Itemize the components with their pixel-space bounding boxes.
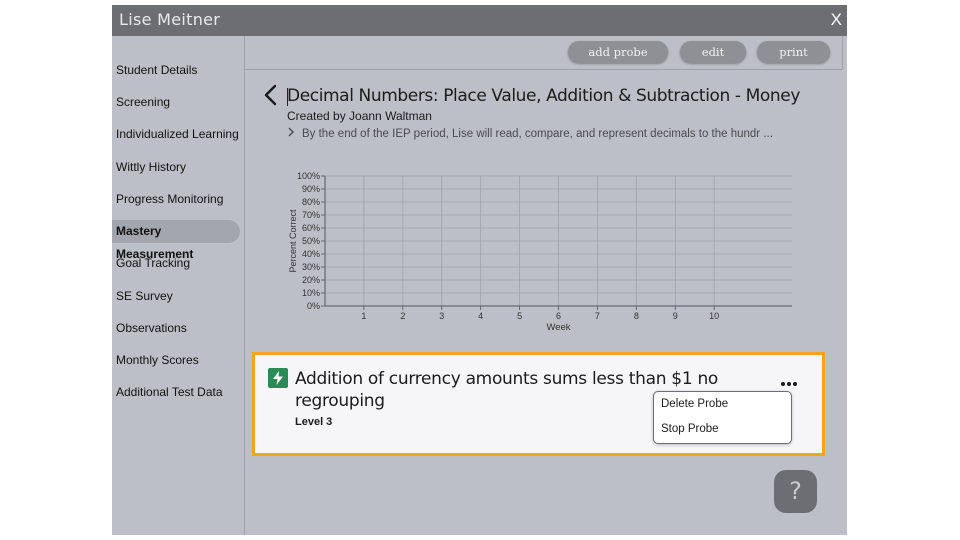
chevron-right-icon: [287, 127, 297, 140]
probe-card[interactable]: Addition of currency amounts sums less t…: [252, 352, 825, 456]
x-tick-label: 1: [361, 311, 366, 321]
x-axis-label: Week: [546, 322, 570, 333]
progress-chart: 0% 10% 20% 30% 40% 50% 60% 70% 80% 90% 100% 1 2 3 4 5 6 7…: [288, 171, 792, 333]
x-tick-label: 10: [709, 311, 719, 321]
y-tick-label: 60%: [302, 223, 320, 233]
card-level: Level 3: [295, 416, 333, 428]
sidebar-item-mastery-measurement[interactable]: Mastery Measurement: [112, 220, 240, 261]
x-tick-label: 8: [634, 311, 639, 321]
created-by: Created by Joann Waltman: [287, 109, 432, 123]
window-title: Lise Meitner: [119, 10, 221, 29]
goal-expander[interactable]: By the end of the IEP period, Lise will …: [287, 127, 773, 140]
sidebar-item-student-details[interactable]: Student Details: [112, 59, 240, 82]
sidebar: Student Details Screening Individualized…: [112, 36, 245, 535]
y-tick-label: 30%: [302, 262, 320, 272]
app-window: Lise Meitner X Student Details Screening…: [112, 5, 847, 535]
x-tick-label: 4: [478, 311, 483, 321]
sidebar-item-individualized-learning[interactable]: Individualized Learning: [112, 123, 240, 146]
sidebar-item-observations[interactable]: Observations: [112, 317, 240, 340]
y-tick-label: 80%: [302, 197, 320, 207]
y-tick-label: 20%: [302, 275, 320, 285]
y-tick-label: 70%: [302, 210, 320, 220]
sidebar-item-wittly-history[interactable]: Wittly History: [112, 156, 240, 179]
sidebar-item-goal-tracking[interactable]: Goal Tracking: [112, 252, 240, 275]
help-button[interactable]: ?: [774, 470, 817, 513]
y-tick-label: 10%: [302, 288, 320, 298]
delete-probe-item[interactable]: Delete Probe: [661, 398, 728, 410]
x-tick-label: 2: [400, 311, 405, 321]
goal-text: By the end of the IEP period, Lise will …: [302, 128, 773, 140]
edit-button[interactable]: edit: [680, 41, 746, 63]
toolbar: add probe edit print: [245, 36, 843, 70]
card-menu: Delete Probe Stop Probe: [653, 391, 792, 444]
y-tick-label: 0%: [307, 301, 320, 311]
x-tick-label: 6: [556, 311, 561, 321]
stop-probe-item[interactable]: Stop Probe: [661, 423, 719, 435]
x-tick-label: 9: [673, 311, 678, 321]
y-tick-label: 100%: [297, 171, 320, 181]
y-tick-label: 50%: [302, 236, 320, 246]
y-tick-label: 90%: [302, 184, 320, 194]
y-tick-label: 40%: [302, 249, 320, 259]
back-arrow-icon[interactable]: [263, 83, 279, 107]
x-tick-label: 5: [517, 311, 522, 321]
probe-title: Decimal Numbers: Place Value, Addition &…: [287, 86, 801, 106]
sidebar-item-progress-monitoring[interactable]: Progress Monitoring: [112, 188, 240, 211]
bolt-icon: [268, 368, 288, 388]
x-tick-label: 3: [439, 311, 444, 321]
close-button[interactable]: X: [831, 10, 842, 30]
sidebar-item-se-survey[interactable]: SE Survey: [112, 285, 240, 308]
main-panel: add probe edit print Decimal Numbers: Pl…: [245, 36, 847, 535]
print-button[interactable]: print: [757, 41, 830, 63]
y-axis-label: Percent Correct: [288, 209, 298, 273]
more-options-icon[interactable]: [780, 379, 800, 389]
add-probe-button[interactable]: add probe: [568, 41, 668, 63]
sidebar-item-screening[interactable]: Screening: [112, 91, 240, 114]
x-tick-label: 7: [595, 311, 600, 321]
sidebar-item-additional-test-data[interactable]: Additional Test Data: [112, 381, 240, 404]
sidebar-item-monthly-scores[interactable]: Monthly Scores: [112, 349, 240, 372]
title-bar: Lise Meitner X: [112, 5, 847, 36]
